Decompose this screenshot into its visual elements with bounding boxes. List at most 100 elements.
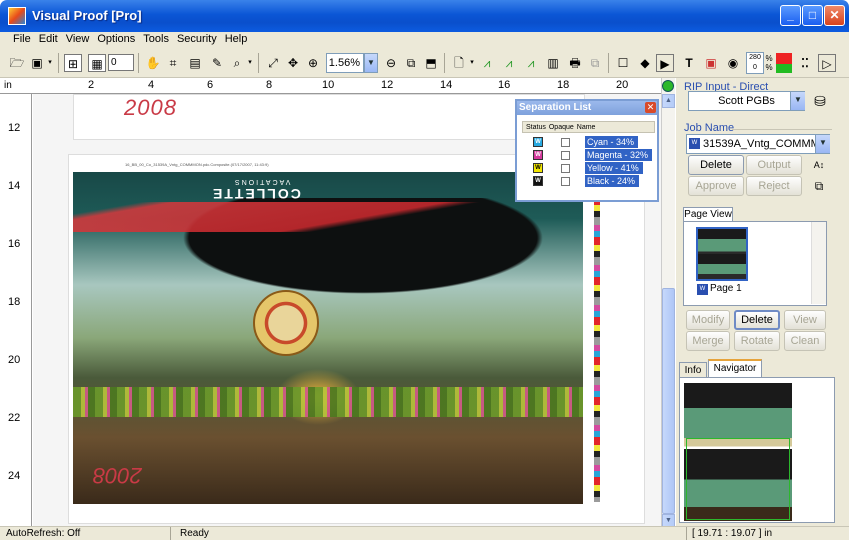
job-icon[interactable]: ▣	[28, 54, 46, 72]
approve-button[interactable]: Approve	[688, 176, 744, 196]
dots-icon[interactable]: ⁚⁚	[796, 54, 814, 72]
menu-view[interactable]: View	[62, 32, 94, 45]
print-icon[interactable]: 🖶	[566, 54, 584, 72]
tab-page-view[interactable]: Page View	[683, 207, 733, 222]
separation-name[interactable]: Cyan - 34%	[585, 136, 639, 148]
menu-security[interactable]: Security	[173, 32, 221, 45]
compare-icon[interactable]: ⧉	[402, 54, 420, 72]
separation-name[interactable]: Black - 24%	[585, 175, 640, 187]
opaque-checkbox[interactable]	[561, 151, 570, 160]
page-grid-icon[interactable]: ▦	[88, 54, 106, 72]
menu-edit[interactable]: Edit	[35, 32, 62, 45]
separation-list-title: Separation List	[517, 101, 657, 115]
close-icon[interactable]: ✕	[645, 102, 656, 113]
opaque-checkbox[interactable]	[561, 177, 570, 186]
text-tool-icon[interactable]: T	[680, 54, 698, 72]
zoom-fit-icon[interactable]: ⤢	[264, 54, 282, 72]
copy-icon: ⧉	[590, 56, 600, 70]
zoom-dropdown-icon[interactable]: ▾	[246, 54, 254, 72]
ruler-tick: 12	[381, 79, 394, 91]
tint-input[interactable]: 280 0	[746, 52, 764, 74]
chevron-down-icon[interactable]: ▼	[790, 92, 805, 110]
zoom-dropdown-arrow-icon[interactable]: ▼	[364, 53, 378, 73]
fit-icon[interactable]: ⊞	[64, 54, 82, 72]
checkbox-tool-icon[interactable]: ☐	[614, 54, 632, 72]
tab-navigator[interactable]: Navigator	[708, 359, 762, 378]
new-page-icon[interactable]: 🗋	[450, 54, 468, 72]
zoom-input[interactable]: 1.56%	[326, 53, 364, 73]
separation-name[interactable]: Magenta - 32%	[585, 149, 653, 161]
zoom-out-icon[interactable]: ⊖	[382, 54, 400, 72]
chevron-down-icon[interactable]: ▼	[815, 135, 830, 153]
minimize-button[interactable]: _	[780, 5, 801, 26]
ruler-tick: 22	[8, 412, 21, 424]
opaque-checkbox[interactable]	[561, 138, 570, 147]
open-icon[interactable]: 🗁	[8, 54, 26, 72]
color-swatch-icon[interactable]	[776, 53, 792, 73]
separation-row-black[interactable]: W Black - 24%	[522, 175, 655, 188]
page-delete-button[interactable]: Delete	[734, 310, 780, 330]
approve-all-icon[interactable]: ⩘	[500, 54, 518, 72]
job-delete-button[interactable]: Delete	[688, 155, 744, 175]
rip-connect-icon[interactable]: ⛁	[810, 92, 830, 112]
calculator-icon[interactable]: ▤	[186, 54, 204, 72]
page-icon: W	[697, 284, 708, 295]
status-indicator-icon	[662, 80, 674, 92]
menu-bar: File Edit View Options Tools Security Help	[0, 32, 849, 48]
ready-status: Ready	[180, 528, 209, 539]
report-icon[interactable]: ▥	[544, 54, 562, 72]
play-icon[interactable]: ▶	[656, 54, 674, 72]
separation-name[interactable]: Yellow - 41%	[585, 162, 643, 174]
channel-icon[interactable]: ▣	[702, 54, 720, 72]
next-icon[interactable]: ▷	[818, 54, 836, 72]
separation-row-magenta[interactable]: W Magenta - 32%	[522, 149, 655, 162]
zoom-tool-icon[interactable]: ⌕	[228, 54, 246, 72]
close-button[interactable]: ✕	[824, 5, 845, 26]
menu-options[interactable]: Options	[93, 32, 139, 45]
approve-page-icon[interactable]: ⩘	[522, 54, 540, 72]
modify-button[interactable]: Modify	[686, 310, 730, 330]
job-name-select[interactable]: 31539A_Vntg_COMMMON.pc	[686, 134, 830, 154]
page-dropdown-icon[interactable]: ▾	[468, 54, 476, 72]
pan-icon[interactable]: ✥	[284, 54, 302, 72]
color-separation-icon[interactable]: ◆	[636, 54, 654, 72]
rip-input-select[interactable]: Scott PGBs	[688, 91, 805, 111]
densitometer-icon[interactable]: ✎	[208, 54, 226, 72]
view-button[interactable]: View	[784, 310, 826, 330]
separation-row-yellow[interactable]: W Yellow - 41%	[522, 162, 655, 175]
scroll-up-icon[interactable]: ▲	[662, 94, 675, 108]
maximize-button[interactable]: □	[802, 5, 823, 26]
zoom-in-icon[interactable]: ⊕	[304, 54, 322, 72]
hierarchy-icon[interactable]: ⧉	[810, 177, 828, 195]
approve-icon[interactable]: ⩘	[478, 54, 496, 72]
autorefresh-status: AutoRefresh: Off	[6, 528, 81, 539]
page-view-scrollbar[interactable]	[811, 222, 826, 304]
menu-tools[interactable]: Tools	[139, 32, 173, 45]
navigator-viewport-frame[interactable]	[686, 438, 790, 520]
page-thumbnail[interactable]	[696, 227, 748, 281]
layers-icon[interactable]: ⬒	[422, 54, 440, 72]
page-field[interactable]: 0	[108, 54, 134, 71]
separation-row-cyan[interactable]: W Cyan - 34%	[522, 136, 655, 149]
color-control-bar	[594, 197, 600, 502]
job-output-button[interactable]: Output	[746, 155, 802, 175]
tint-top-value: 280	[749, 54, 761, 61]
job-dropdown-icon[interactable]: ▾	[46, 54, 54, 72]
ruler-tick: 18	[557, 79, 570, 91]
color-wheel-icon[interactable]: ◉	[724, 54, 742, 72]
hand-tool-icon[interactable]: ✋	[144, 54, 162, 72]
opaque-checkbox[interactable]	[561, 164, 570, 173]
ruler-tick: 16	[498, 79, 511, 91]
rotate-button[interactable]: Rotate	[734, 331, 780, 351]
tint-bottom-value: 0	[753, 64, 757, 71]
menu-help[interactable]: Help	[221, 32, 252, 45]
crop-icon[interactable]: ⌗	[164, 54, 182, 72]
reject-button[interactable]: Reject	[746, 176, 802, 196]
scroll-thumb[interactable]	[662, 288, 675, 514]
sort-az-icon[interactable]: A↕	[810, 156, 828, 174]
menu-file[interactable]: File	[9, 32, 35, 45]
ruler-tick: 10	[322, 79, 335, 91]
clean-button[interactable]: Clean	[784, 331, 826, 351]
merge-button[interactable]: Merge	[686, 331, 730, 351]
tab-info[interactable]: Info	[679, 362, 707, 378]
